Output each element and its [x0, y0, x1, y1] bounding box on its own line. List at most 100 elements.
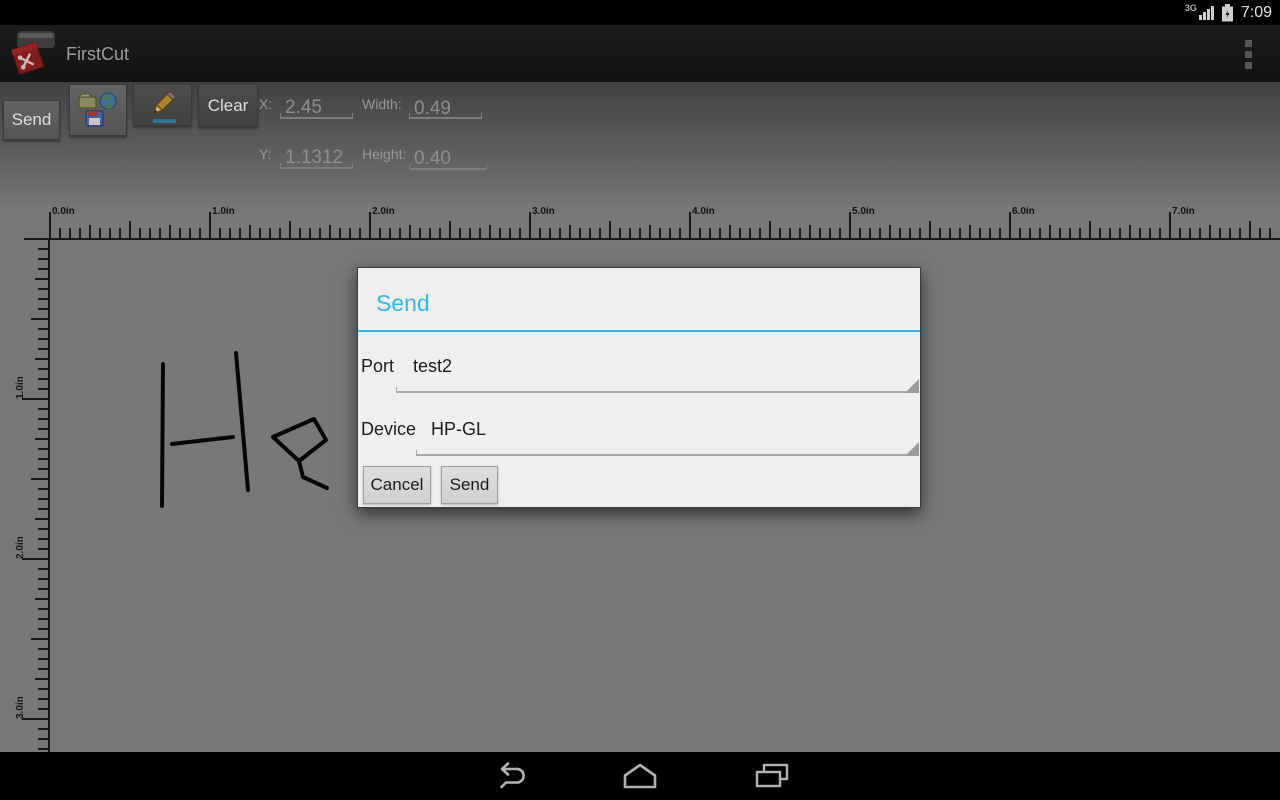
recents-icon: [752, 762, 792, 790]
folder-icon: [79, 94, 96, 108]
ruler-tick: [38, 658, 48, 660]
back-button[interactable]: [486, 759, 530, 793]
ruler-tick: [1149, 228, 1151, 238]
ruler-tick: [469, 228, 471, 238]
dialog-title: Send: [376, 290, 430, 317]
ruler-tick: [229, 228, 231, 238]
send-button[interactable]: Send: [3, 100, 60, 140]
ruler-tick: [729, 225, 731, 238]
height-input-underline: [409, 164, 487, 170]
ruler-tick: [31, 638, 48, 640]
ruler-tick: [259, 228, 261, 238]
ruler-tick: [1099, 228, 1101, 238]
ruler-tick: [1249, 221, 1251, 238]
ruler-label: 1.0in: [15, 359, 26, 399]
ruler-tick: [349, 228, 351, 238]
ruler-tick: [1059, 228, 1061, 238]
ruler-tick: [509, 228, 511, 238]
ruler-tick: [89, 225, 91, 238]
ruler-label: 4.0in: [692, 206, 715, 217]
ruler-tick: [38, 268, 48, 270]
overflow-menu-button[interactable]: [1240, 37, 1256, 71]
ruler-label: 0.0in: [52, 206, 75, 217]
ruler-tick: [129, 221, 131, 238]
ruler-tick: [119, 228, 121, 238]
ruler-tick: [689, 212, 691, 238]
ruler-tick: [839, 228, 841, 238]
ruler-tick: [759, 228, 761, 238]
ruler-tick: [639, 228, 641, 238]
ruler-tick: [38, 528, 48, 530]
ruler-tick: [38, 378, 48, 380]
ruler-tick: [319, 228, 321, 238]
ruler-tick: [38, 568, 48, 570]
ruler-tick: [239, 228, 241, 238]
ruler-tick: [38, 738, 48, 740]
ruler-tick: [1199, 228, 1201, 238]
ruler-tick: [789, 228, 791, 238]
back-icon: [489, 761, 527, 791]
device-spinner[interactable]: HP-GL: [431, 419, 486, 440]
ruler-tick: [399, 228, 401, 238]
ruler-tick: [209, 212, 211, 238]
ruler-tick: [869, 228, 871, 238]
ruler-tick: [38, 488, 48, 490]
ruler-tick: [38, 508, 48, 510]
ruler-tick: [999, 228, 1001, 238]
ruler-tick: [589, 228, 591, 238]
ruler-tick: [719, 228, 721, 238]
ruler-tick: [769, 221, 771, 238]
ruler-tick: [809, 225, 811, 238]
ruler-tick: [779, 228, 781, 238]
ruler-tick: [35, 278, 48, 280]
navigation-bar: [0, 752, 1280, 800]
ruler-tick: [1259, 228, 1261, 238]
ruler-tick: [609, 221, 611, 238]
dialog-send-button[interactable]: Send: [441, 466, 498, 504]
recents-button[interactable]: [750, 759, 794, 793]
ruler-tick: [38, 428, 48, 430]
y-label: Y:: [259, 146, 271, 162]
ruler-tick: [949, 228, 951, 238]
ruler-tick: [939, 228, 941, 238]
ruler-tick: [819, 228, 821, 238]
ruler-tick: [35, 678, 48, 680]
ruler-tick: [31, 318, 48, 320]
cancel-button[interactable]: Cancel: [363, 466, 431, 504]
port-spinner-arrow-icon[interactable]: [905, 379, 919, 393]
ruler-tick: [1009, 212, 1011, 238]
ruler-tick: [859, 228, 861, 238]
ruler-tick: [799, 228, 801, 238]
ruler-tick: [38, 418, 48, 420]
ruler-tick: [38, 628, 48, 630]
clear-button[interactable]: Clear: [198, 84, 258, 127]
ruler-tick: [1049, 225, 1051, 238]
ruler-tick: [1239, 228, 1241, 238]
ruler-tick: [439, 228, 441, 238]
ruler-tick: [159, 228, 161, 238]
ruler-tick: [38, 468, 48, 470]
ruler-tick: [539, 228, 541, 238]
port-spinner[interactable]: test2: [413, 356, 452, 377]
status-bar: 3G 7:09: [0, 0, 1280, 25]
send-dialog: Send Port test2 Device HP-GL Cancel Send: [357, 267, 921, 508]
ruler-tick: [599, 228, 601, 238]
ruler-tick: [579, 228, 581, 238]
app-title: FirstCut: [66, 44, 129, 65]
clear-button-label: Clear: [208, 96, 249, 116]
file-button[interactable]: [69, 84, 127, 136]
active-tool-indicator: [153, 119, 176, 123]
device-spinner-arrow-icon[interactable]: [905, 442, 919, 456]
ruler-tick: [199, 228, 201, 238]
ruler-tick: [549, 228, 551, 238]
ruler-tick: [38, 498, 48, 500]
ruler-tick: [1019, 228, 1021, 238]
ruler-tick: [109, 228, 111, 238]
ruler-tick: [459, 228, 461, 238]
ruler-tick: [309, 228, 311, 238]
ruler-tick: [99, 228, 101, 238]
home-button[interactable]: [618, 759, 662, 793]
ruler-tick: [389, 228, 391, 238]
pencil-tool-button[interactable]: [133, 84, 192, 126]
signal-strength-icon: [1199, 5, 1214, 20]
